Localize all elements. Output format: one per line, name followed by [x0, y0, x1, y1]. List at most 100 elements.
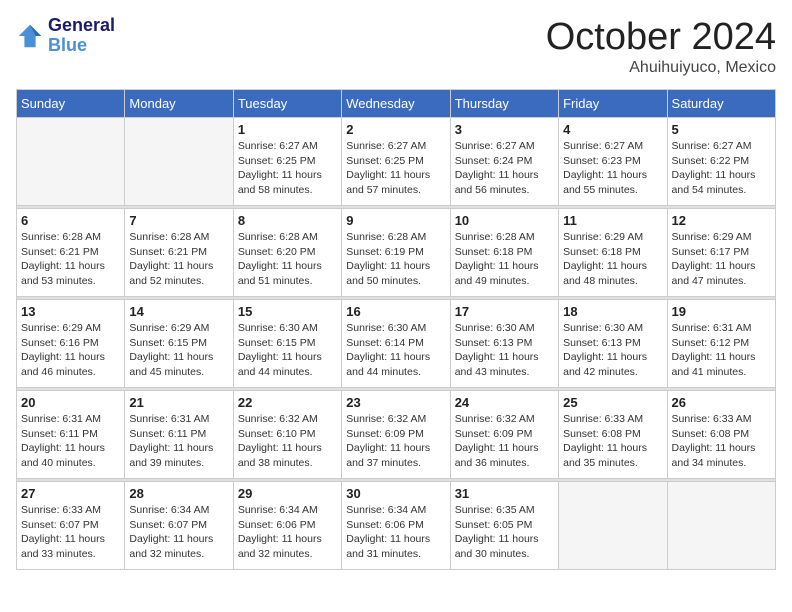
day-number: 11 [563, 213, 662, 228]
calendar-cell: 23 Sunrise: 6:32 AM Sunset: 6:09 PM Dayli… [342, 391, 450, 479]
day-info: Sunrise: 6:28 AM Sunset: 6:21 PM Dayligh… [129, 230, 228, 289]
calendar-cell: 26 Sunrise: 6:33 AM Sunset: 6:08 PM Dayli… [667, 391, 775, 479]
day-info: Sunrise: 6:31 AM Sunset: 6:11 PM Dayligh… [21, 412, 120, 471]
day-info: Sunrise: 6:30 AM Sunset: 6:13 PM Dayligh… [455, 321, 554, 380]
day-number: 23 [346, 395, 445, 410]
day-info: Sunrise: 6:27 AM Sunset: 6:24 PM Dayligh… [455, 139, 554, 198]
day-info: Sunrise: 6:30 AM Sunset: 6:13 PM Dayligh… [563, 321, 662, 380]
day-number: 26 [672, 395, 771, 410]
day-info: Sunrise: 6:33 AM Sunset: 6:08 PM Dayligh… [563, 412, 662, 471]
calendar-cell: 13 Sunrise: 6:29 AM Sunset: 6:16 PM Dayli… [17, 300, 125, 388]
day-info: Sunrise: 6:32 AM Sunset: 6:09 PM Dayligh… [346, 412, 445, 471]
day-info: Sunrise: 6:29 AM Sunset: 6:17 PM Dayligh… [672, 230, 771, 289]
calendar-cell: 17Sunrise: 6:30 AM Sunset: 6:13 PM Dayli… [450, 300, 558, 388]
day-info: Sunrise: 6:34 AM Sunset: 6:06 PM Dayligh… [346, 503, 445, 562]
calendar-cell: 15 Sunrise: 6:30 AM Sunset: 6:15 PM Dayli… [233, 300, 341, 388]
day-info: Sunrise: 6:27 AM Sunset: 6:23 PM Dayligh… [563, 139, 662, 198]
calendar-cell: 3 Sunrise: 6:27 AM Sunset: 6:24 PM Daylig… [450, 118, 558, 206]
calendar-cell: 29 Sunrise: 6:34 AM Sunset: 6:06 PM Dayli… [233, 482, 341, 570]
calendar-cell: 21 Sunrise: 6:31 AM Sunset: 6:11 PM Dayli… [125, 391, 233, 479]
day-number: 2 [346, 122, 445, 137]
day-number: 21 [129, 395, 228, 410]
calendar-cell: 11Sunrise: 6:29 AM Sunset: 6:18 PM Dayli… [559, 209, 667, 297]
month-title: October 2024 [546, 16, 776, 59]
calendar-cell: 12Sunrise: 6:29 AM Sunset: 6:17 PM Dayli… [667, 209, 775, 297]
day-info: Sunrise: 6:34 AM Sunset: 6:06 PM Dayligh… [238, 503, 337, 562]
calendar-cell: 10 Sunrise: 6:28 AM Sunset: 6:18 PM Dayli… [450, 209, 558, 297]
day-number: 5 [672, 122, 771, 137]
calendar-cell [667, 482, 775, 570]
day-number: 18 [563, 304, 662, 319]
calendar-cell: 8 Sunrise: 6:28 AM Sunset: 6:20 PM Daylig… [233, 209, 341, 297]
day-header: Friday [559, 90, 667, 118]
day-number: 4 [563, 122, 662, 137]
calendar-cell: 7 Sunrise: 6:28 AM Sunset: 6:21 PM Daylig… [125, 209, 233, 297]
calendar-cell: 24 Sunrise: 6:32 AM Sunset: 6:09 PM Dayli… [450, 391, 558, 479]
day-number: 25 [563, 395, 662, 410]
title-section: October 2024 Ahuihuiyuco, Mexico [546, 16, 776, 77]
page-header: General Blue October 2024 Ahuihuiyuco, M… [16, 16, 776, 77]
day-info: Sunrise: 6:35 AM Sunset: 6:05 PM Dayligh… [455, 503, 554, 562]
day-number: 16 [346, 304, 445, 319]
day-header: Saturday [667, 90, 775, 118]
day-info: Sunrise: 6:31 AM Sunset: 6:12 PM Dayligh… [672, 321, 771, 380]
day-number: 8 [238, 213, 337, 228]
calendar-cell: 4 Sunrise: 6:27 AM Sunset: 6:23 PM Daylig… [559, 118, 667, 206]
day-info: Sunrise: 6:31 AM Sunset: 6:11 PM Dayligh… [129, 412, 228, 471]
calendar-cell [125, 118, 233, 206]
day-number: 28 [129, 486, 228, 501]
day-info: Sunrise: 6:27 AM Sunset: 6:22 PM Dayligh… [672, 139, 771, 198]
day-info: Sunrise: 6:29 AM Sunset: 6:15 PM Dayligh… [129, 321, 228, 380]
day-number: 10 [455, 213, 554, 228]
day-number: 7 [129, 213, 228, 228]
calendar-cell [17, 118, 125, 206]
day-number: 19 [672, 304, 771, 319]
day-info: Sunrise: 6:28 AM Sunset: 6:20 PM Dayligh… [238, 230, 337, 289]
calendar-cell: 30 Sunrise: 6:34 AM Sunset: 6:06 PM Dayli… [342, 482, 450, 570]
calendar-cell: 2 Sunrise: 6:27 AM Sunset: 6:25 PM Daylig… [342, 118, 450, 206]
day-number: 3 [455, 122, 554, 137]
day-info: Sunrise: 6:30 AM Sunset: 6:14 PM Dayligh… [346, 321, 445, 380]
day-header: Wednesday [342, 90, 450, 118]
day-number: 15 [238, 304, 337, 319]
logo: General Blue [16, 16, 115, 56]
day-info: Sunrise: 6:32 AM Sunset: 6:09 PM Dayligh… [455, 412, 554, 471]
day-header: Monday [125, 90, 233, 118]
logo-icon [16, 22, 44, 50]
calendar-cell: 22Sunrise: 6:32 AM Sunset: 6:10 PM Dayli… [233, 391, 341, 479]
calendar-cell: 1 Sunrise: 6:27 AM Sunset: 6:25 PM Daylig… [233, 118, 341, 206]
day-number: 13 [21, 304, 120, 319]
calendar-cell: 27 Sunrise: 6:33 AM Sunset: 6:07 PM Dayli… [17, 482, 125, 570]
day-info: Sunrise: 6:27 AM Sunset: 6:25 PM Dayligh… [238, 139, 337, 198]
day-number: 27 [21, 486, 120, 501]
day-number: 29 [238, 486, 337, 501]
day-header: Thursday [450, 90, 558, 118]
day-info: Sunrise: 6:33 AM Sunset: 6:07 PM Dayligh… [21, 503, 120, 562]
day-info: Sunrise: 6:34 AM Sunset: 6:07 PM Dayligh… [129, 503, 228, 562]
day-number: 30 [346, 486, 445, 501]
day-info: Sunrise: 6:29 AM Sunset: 6:16 PM Dayligh… [21, 321, 120, 380]
day-number: 9 [346, 213, 445, 228]
calendar-cell: 9 Sunrise: 6:28 AM Sunset: 6:19 PM Daylig… [342, 209, 450, 297]
calendar-cell: 25 Sunrise: 6:33 AM Sunset: 6:08 PM Dayli… [559, 391, 667, 479]
day-info: Sunrise: 6:33 AM Sunset: 6:08 PM Dayligh… [672, 412, 771, 471]
calendar-cell: 18 Sunrise: 6:30 AM Sunset: 6:13 PM Dayli… [559, 300, 667, 388]
calendar-cell: 6 Sunrise: 6:28 AM Sunset: 6:21 PM Daylig… [17, 209, 125, 297]
day-header: Sunday [17, 90, 125, 118]
day-number: 1 [238, 122, 337, 137]
logo-text: General Blue [48, 16, 115, 56]
day-info: Sunrise: 6:27 AM Sunset: 6:25 PM Dayligh… [346, 139, 445, 198]
day-number: 14 [129, 304, 228, 319]
calendar-cell: 31Sunrise: 6:35 AM Sunset: 6:05 PM Dayli… [450, 482, 558, 570]
day-number: 6 [21, 213, 120, 228]
day-info: Sunrise: 6:28 AM Sunset: 6:18 PM Dayligh… [455, 230, 554, 289]
calendar-cell: 28 Sunrise: 6:34 AM Sunset: 6:07 PM Dayli… [125, 482, 233, 570]
day-header: Tuesday [233, 90, 341, 118]
day-info: Sunrise: 6:28 AM Sunset: 6:21 PM Dayligh… [21, 230, 120, 289]
day-info: Sunrise: 6:30 AM Sunset: 6:15 PM Dayligh… [238, 321, 337, 380]
day-number: 24 [455, 395, 554, 410]
calendar-table: SundayMondayTuesdayWednesdayThursdayFrid… [16, 89, 776, 570]
day-info: Sunrise: 6:28 AM Sunset: 6:19 PM Dayligh… [346, 230, 445, 289]
day-number: 22 [238, 395, 337, 410]
calendar-cell [559, 482, 667, 570]
